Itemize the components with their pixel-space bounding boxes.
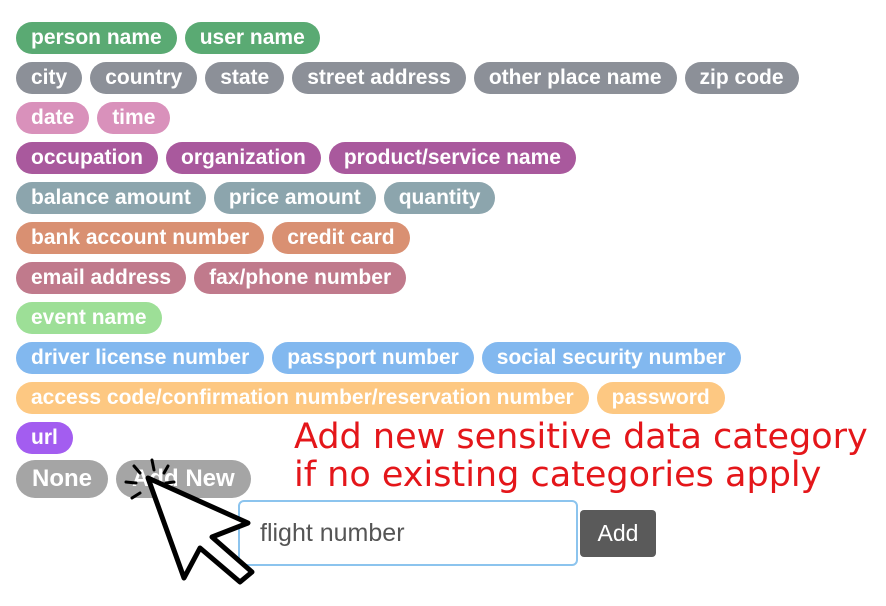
category-tag[interactable]: state — [205, 62, 285, 94]
category-tag[interactable]: person name — [16, 22, 177, 54]
tag-row: balance amount price amount quantity — [16, 182, 496, 214]
tag-row: url — [16, 422, 73, 454]
category-tag[interactable]: password — [596, 382, 725, 414]
category-tag[interactable]: passport number — [272, 342, 474, 374]
category-tag[interactable]: fax/phone number — [194, 262, 407, 294]
category-tag[interactable]: price amount — [213, 182, 376, 214]
category-tag[interactable]: product/service name — [328, 142, 576, 174]
tag-row: driver license number passport number soci… — [16, 342, 741, 374]
category-tag[interactable]: occupation — [16, 142, 159, 174]
category-tag[interactable]: zip code — [684, 62, 799, 94]
category-tag[interactable]: other place name — [473, 62, 677, 94]
tag-row: occupation organization product/service na… — [16, 142, 576, 174]
category-tag[interactable]: quantity — [383, 182, 496, 214]
category-tag[interactable]: social security number — [481, 342, 741, 374]
annotation-text: Add new sensitive data category if no ex… — [294, 418, 868, 494]
none-tag[interactable]: None — [16, 460, 108, 498]
new-category-input[interactable] — [240, 502, 576, 564]
category-tag[interactable]: access code/confirmation number/reservat… — [16, 382, 589, 414]
category-tag[interactable]: time — [97, 102, 171, 134]
category-tag[interactable]: driver license number — [16, 342, 265, 374]
tag-row: city country state street address other plac… — [16, 62, 799, 94]
category-tag[interactable]: credit card — [272, 222, 410, 254]
category-tag[interactable]: bank account number — [16, 222, 265, 254]
category-tag[interactable]: city — [16, 62, 83, 94]
category-tag[interactable]: organization — [166, 142, 321, 174]
tag-row: access code/confirmation number/reservat… — [16, 382, 725, 414]
tag-row: event name — [16, 302, 162, 334]
category-tag[interactable]: date — [16, 102, 90, 134]
annotation-line-1: Add new sensitive data category — [294, 417, 868, 457]
mouse-pointer-icon — [124, 458, 255, 585]
category-tag[interactable]: user name — [184, 22, 320, 54]
new-category-field-wrapper — [238, 500, 578, 566]
category-tag[interactable]: url — [16, 422, 73, 454]
tag-row: bank account number credit card — [16, 222, 410, 254]
annotation-line-2: if no existing categories apply — [294, 455, 822, 495]
tag-row: person name user name — [16, 22, 320, 54]
add-button[interactable]: Add — [580, 510, 656, 557]
category-tag[interactable]: country — [90, 62, 198, 94]
category-tag[interactable]: street address — [292, 62, 466, 94]
tag-row: date time — [16, 102, 171, 134]
category-tag[interactable]: email address — [16, 262, 187, 294]
tag-row: email address fax/phone number — [16, 262, 407, 294]
category-tag[interactable]: event name — [16, 302, 162, 334]
category-tag[interactable]: balance amount — [16, 182, 206, 214]
